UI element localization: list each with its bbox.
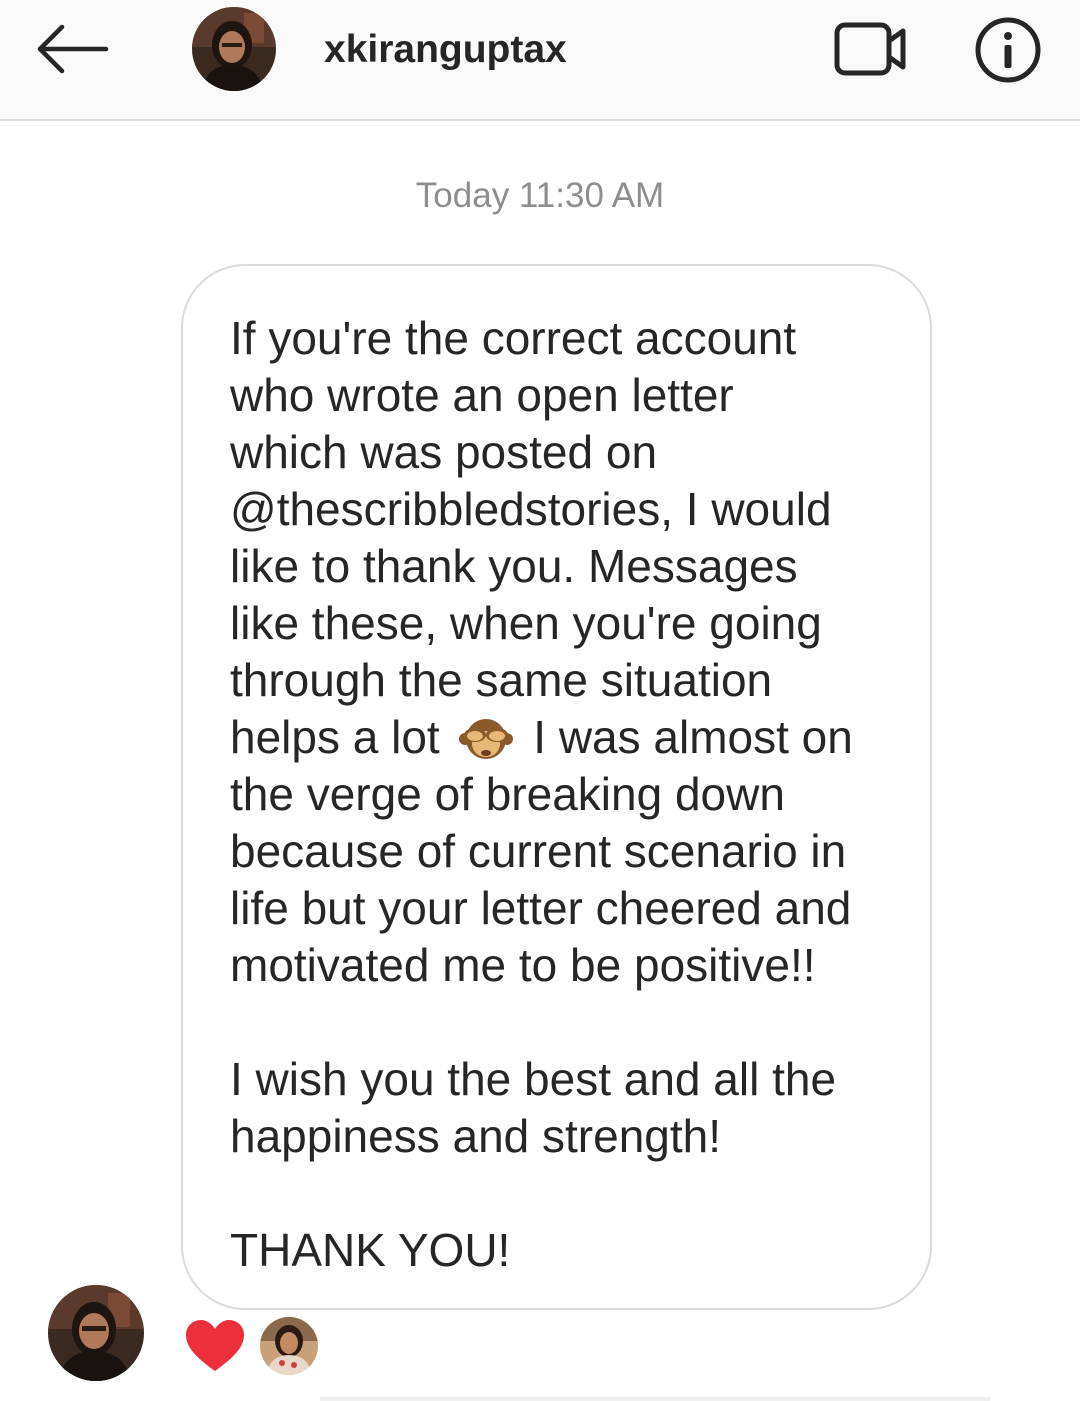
info-circle-icon [975,17,1041,83]
arrow-left-icon [37,24,109,74]
video-camera-icon [834,22,906,76]
info-button[interactable] [968,12,1048,88]
back-button[interactable] [28,14,116,84]
message-line-with-emoji: helps a lot I was almost on [230,709,894,766]
message-line: I wish you the best and all the [230,1053,837,1105]
message-timestamp: Today 11:30 AM [415,176,665,215]
chat-header: xkiranguptax [0,0,1080,121]
profile-photo-avatar [48,1285,144,1381]
chat-username[interactable]: xkiranguptax [324,28,567,72]
message-line: who wrote an open letter [230,369,734,421]
message-line: If you're the correct account [230,312,797,364]
message-line: happiness and strength! [230,1110,722,1162]
sender-avatar[interactable] [48,1285,144,1381]
message-line: the verge of breaking down [230,768,785,820]
message-line: like these, when you're going [230,597,822,649]
message-line: because of current scenario in [230,825,847,877]
profile-photo-avatar [192,7,276,91]
message-line: THANK YOU! [230,1224,511,1276]
message-line: which was posted on [230,426,658,478]
red-heart-icon [186,1320,244,1371]
input-bar-top-edge [320,1397,990,1401]
header-avatar[interactable] [192,7,276,91]
message-line: motivated me to be positive!! [230,939,816,991]
message-line: @thescribbledstories, I would [230,483,832,535]
message-text-after-emoji: I was almost on [533,711,853,763]
message-text-before-emoji: helps a lot [230,711,440,763]
video-call-button[interactable] [826,14,916,84]
message-line: through the same situation [230,654,773,706]
heart-reaction[interactable] [184,1318,246,1374]
reactor-avatar[interactable] [260,1317,318,1375]
reactor-profile-avatar [260,1317,318,1375]
message-line: life but your letter cheered and [230,882,852,934]
message-bubble[interactable]: If you're the correct account who wrote … [181,264,932,1310]
message-line: like to thank you. Messages [230,540,798,592]
